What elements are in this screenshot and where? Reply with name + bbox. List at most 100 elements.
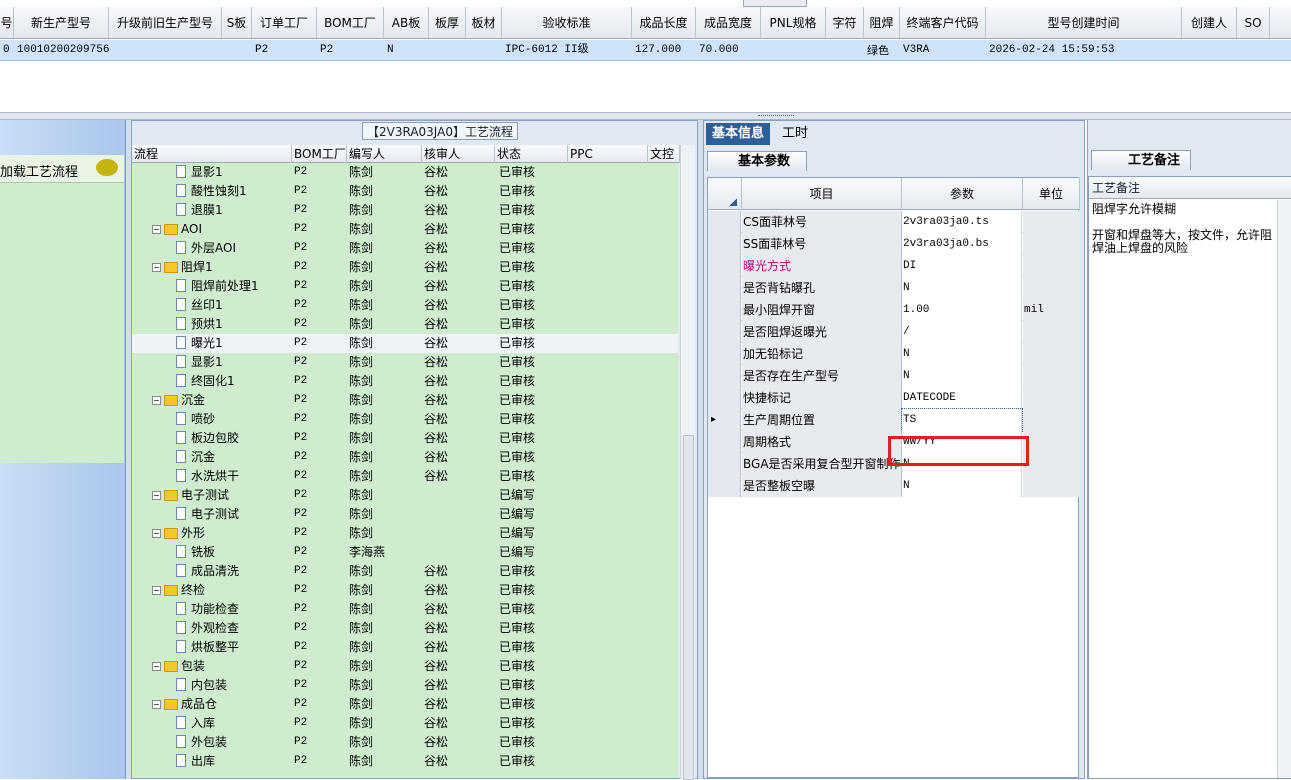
model-grid-row[interactable]: 0 10010200209756 P2 P2 N IPC-6012 II级 127.000 7… xyxy=(0,40,1291,61)
collapse-toggle-icon[interactable]: − xyxy=(152,529,161,538)
param-value[interactable]: 2v3ra03ja0.ts xyxy=(902,211,1022,233)
grid-col-header[interactable]: 新生产型号 xyxy=(14,7,109,39)
grid-col-header[interactable]: 号 xyxy=(0,7,14,39)
param-row[interactable]: CS面菲林号 2v3ra03ja0.ts xyxy=(708,211,1080,233)
grid-col-header[interactable]: 型号创建时间 xyxy=(986,7,1182,39)
tree-row[interactable]: 出库 P2 陈剑 谷松 已审核 xyxy=(132,752,678,771)
tree-col-header[interactable]: 文控 xyxy=(648,145,680,163)
tree-row[interactable]: 外包装 P2 陈剑 谷松 已审核 xyxy=(132,733,678,752)
param-row[interactable]: 加无铅标记 N xyxy=(708,343,1080,365)
grid-col-header[interactable]: 订单工厂 xyxy=(252,7,317,39)
collapse-toggle-icon[interactable]: − xyxy=(152,225,161,234)
param-row[interactable]: 曝光方式 DI xyxy=(708,255,1080,277)
tree-col-header[interactable]: PPC xyxy=(568,145,648,163)
tree-row[interactable]: 沉金 P2 陈剑 谷松 已审核 xyxy=(132,448,678,467)
tree-row[interactable]: 板边包胶 P2 陈剑 谷松 已审核 xyxy=(132,429,678,448)
param-value[interactable]: N xyxy=(902,475,1022,497)
tree-row[interactable]: 外层AOI P2 陈剑 谷松 已审核 xyxy=(132,239,678,258)
params-col-header[interactable]: 单位 xyxy=(1023,178,1080,210)
process-tree-scrollbar[interactable] xyxy=(680,145,695,780)
param-value[interactable]: DATECODE xyxy=(902,387,1022,409)
tree-row[interactable]: − 终检 P2 陈剑 谷松 已审核 xyxy=(132,581,678,600)
param-value[interactable]: 1.00 xyxy=(902,299,1022,321)
tree-row[interactable]: 终固化1 P2 陈剑 谷松 已审核 xyxy=(132,372,678,391)
tree-col-header[interactable]: 状态 xyxy=(495,145,568,163)
tree-row[interactable]: 酸性蚀刻1 P2 陈剑 谷松 已审核 xyxy=(132,182,678,201)
remark-tab[interactable]: 工艺备注 xyxy=(1091,150,1191,170)
tree-col-header[interactable]: 核审人 xyxy=(422,145,495,163)
tree-row[interactable]: 外观检查 P2 陈剑 谷松 已审核 xyxy=(132,619,678,638)
tree-row[interactable]: 显影1 P2 陈剑 谷松 已审核 xyxy=(132,353,678,372)
tree-row[interactable]: − 成品仓 P2 陈剑 谷松 已审核 xyxy=(132,695,678,714)
param-row[interactable]: 最小阻焊开窗 1.00 mil xyxy=(708,299,1080,321)
param-row[interactable]: SS面菲林号 2v3ra03ja0.bs xyxy=(708,233,1080,255)
param-row[interactable]: 是否整板空曝 N xyxy=(708,475,1080,497)
param-value[interactable]: N xyxy=(902,277,1022,299)
tree-row[interactable]: 丝印1 P2 陈剑 谷松 已审核 xyxy=(132,296,678,315)
tree-row[interactable]: 喷砂 P2 陈剑 谷松 已审核 xyxy=(132,410,678,429)
tree-row[interactable]: 内包装 P2 陈剑 谷松 已审核 xyxy=(132,676,678,695)
tree-row[interactable]: − 沉金 P2 陈剑 谷松 已审核 xyxy=(132,391,678,410)
tree-row[interactable]: 电子测试 P2 陈剑 已编写 xyxy=(132,505,678,524)
tree-row[interactable]: 烘板整平 P2 陈剑 谷松 已审核 xyxy=(132,638,678,657)
param-row[interactable]: 是否阻焊返曝光 / xyxy=(708,321,1080,343)
param-row[interactable]: 是否存在生产型号 N xyxy=(708,365,1080,387)
remark-scrollbar[interactable] xyxy=(1277,200,1291,778)
tree-row[interactable]: − 包装 P2 陈剑 谷松 已审核 xyxy=(132,657,678,676)
tree-col-header[interactable]: BOM工厂 xyxy=(292,145,347,163)
grid-col-header[interactable]: 板厚 xyxy=(429,7,466,39)
tab-basic-info[interactable]: 基本信息 xyxy=(706,123,771,145)
grid-col-header[interactable]: 创建人 xyxy=(1182,7,1237,39)
param-value[interactable]: 2v3ra03ja0.bs xyxy=(902,233,1022,255)
param-value[interactable]: TS xyxy=(901,408,1023,432)
tree-col-header[interactable]: 流程 xyxy=(132,145,292,163)
tree-row[interactable]: 阻焊前处理1 P2 陈剑 谷松 已审核 xyxy=(132,277,678,296)
params-col-header[interactable]: 参数 xyxy=(902,178,1023,210)
param-value[interactable]: / xyxy=(902,321,1022,343)
grid-col-header[interactable]: AB板 xyxy=(384,7,429,39)
grid-col-header[interactable]: 成品宽度 xyxy=(696,7,761,39)
tree-row[interactable]: − AOI P2 陈剑 谷松 已审核 xyxy=(132,220,678,239)
tree-row[interactable]: − 电子测试 P2 陈剑 已编写 xyxy=(132,486,678,505)
basic-params-tab[interactable]: 基本参数 xyxy=(707,151,807,171)
tree-row[interactable]: 铣板 P2 李海燕 已编写 xyxy=(132,543,678,562)
collapse-toggle-icon[interactable]: − xyxy=(152,491,161,500)
param-value[interactable]: N xyxy=(902,343,1022,365)
grid-col-header[interactable]: 板材 xyxy=(466,7,502,39)
tree-row[interactable]: 曝光1 P2 陈剑 谷松 已审核 xyxy=(132,334,678,353)
tree-row[interactable]: − 阻焊1 P2 陈剑 谷松 已审核 xyxy=(132,258,678,277)
tree-row[interactable]: 预烘1 P2 陈剑 谷松 已审核 xyxy=(132,315,678,334)
grid-col-header[interactable]: PNL规格 xyxy=(761,7,826,39)
tree-row[interactable]: 水洗烘干 P2 陈剑 谷松 已审核 xyxy=(132,467,678,486)
comment-bubble-icon[interactable] xyxy=(96,159,118,176)
tree-row[interactable]: 退膜1 P2 陈剑 谷松 已审核 xyxy=(132,201,678,220)
grid-col-header[interactable]: BOM工厂 xyxy=(317,7,384,39)
grid-col-header[interactable]: 字符 xyxy=(826,7,864,39)
load-process-header[interactable]: 加载工艺流程 xyxy=(0,155,124,183)
tree-row[interactable]: 成品清洗 P2 陈剑 谷松 已审核 xyxy=(132,562,678,581)
grid-col-header[interactable]: 终端客户代码 xyxy=(900,7,986,39)
grid-col-header[interactable]: 验收标准 xyxy=(502,7,632,39)
collapse-toggle-icon[interactable]: − xyxy=(152,263,161,272)
scrollbar-thumb[interactable] xyxy=(683,435,694,780)
tab-work-hours[interactable]: 工时 xyxy=(776,123,814,145)
tree-col-header[interactable]: 编写人 xyxy=(347,145,422,163)
collapse-toggle-icon[interactable]: − xyxy=(152,662,161,671)
grid-col-header[interactable]: SO xyxy=(1237,7,1270,39)
param-row[interactable]: 快捷标记 DATECODE xyxy=(708,387,1080,409)
collapse-toggle-icon[interactable]: − xyxy=(152,396,161,405)
tree-row[interactable]: − 外形 P2 陈剑 已编写 xyxy=(132,524,678,543)
param-value[interactable]: N xyxy=(902,365,1022,387)
grid-col-header[interactable]: 阻焊 xyxy=(864,7,900,39)
collapse-toggle-icon[interactable]: − xyxy=(152,700,161,709)
params-col-header[interactable]: 项目 xyxy=(742,178,902,210)
param-row[interactable]: ▸ 生产周期位置 TS xyxy=(708,408,1080,432)
tree-row[interactable]: 显影1 P2 陈剑 谷松 已审核 xyxy=(132,163,678,182)
remark-text[interactable]: 阻焊字允许模糊 开窗和焊盘等大，按文件，允许阻焊油上焊盘的风险 xyxy=(1092,203,1277,255)
splitter-grip[interactable] xyxy=(758,115,794,117)
grid-col-header[interactable]: 升级前旧生产型号 xyxy=(109,7,222,39)
tree-row[interactable]: 功能检查 P2 陈剑 谷松 已审核 xyxy=(132,600,678,619)
grid-col-header[interactable]: 成品长度 xyxy=(632,7,696,39)
grid-col-header[interactable]: S板 xyxy=(222,7,252,39)
tree-row[interactable]: 入库 P2 陈剑 谷松 已审核 xyxy=(132,714,678,733)
